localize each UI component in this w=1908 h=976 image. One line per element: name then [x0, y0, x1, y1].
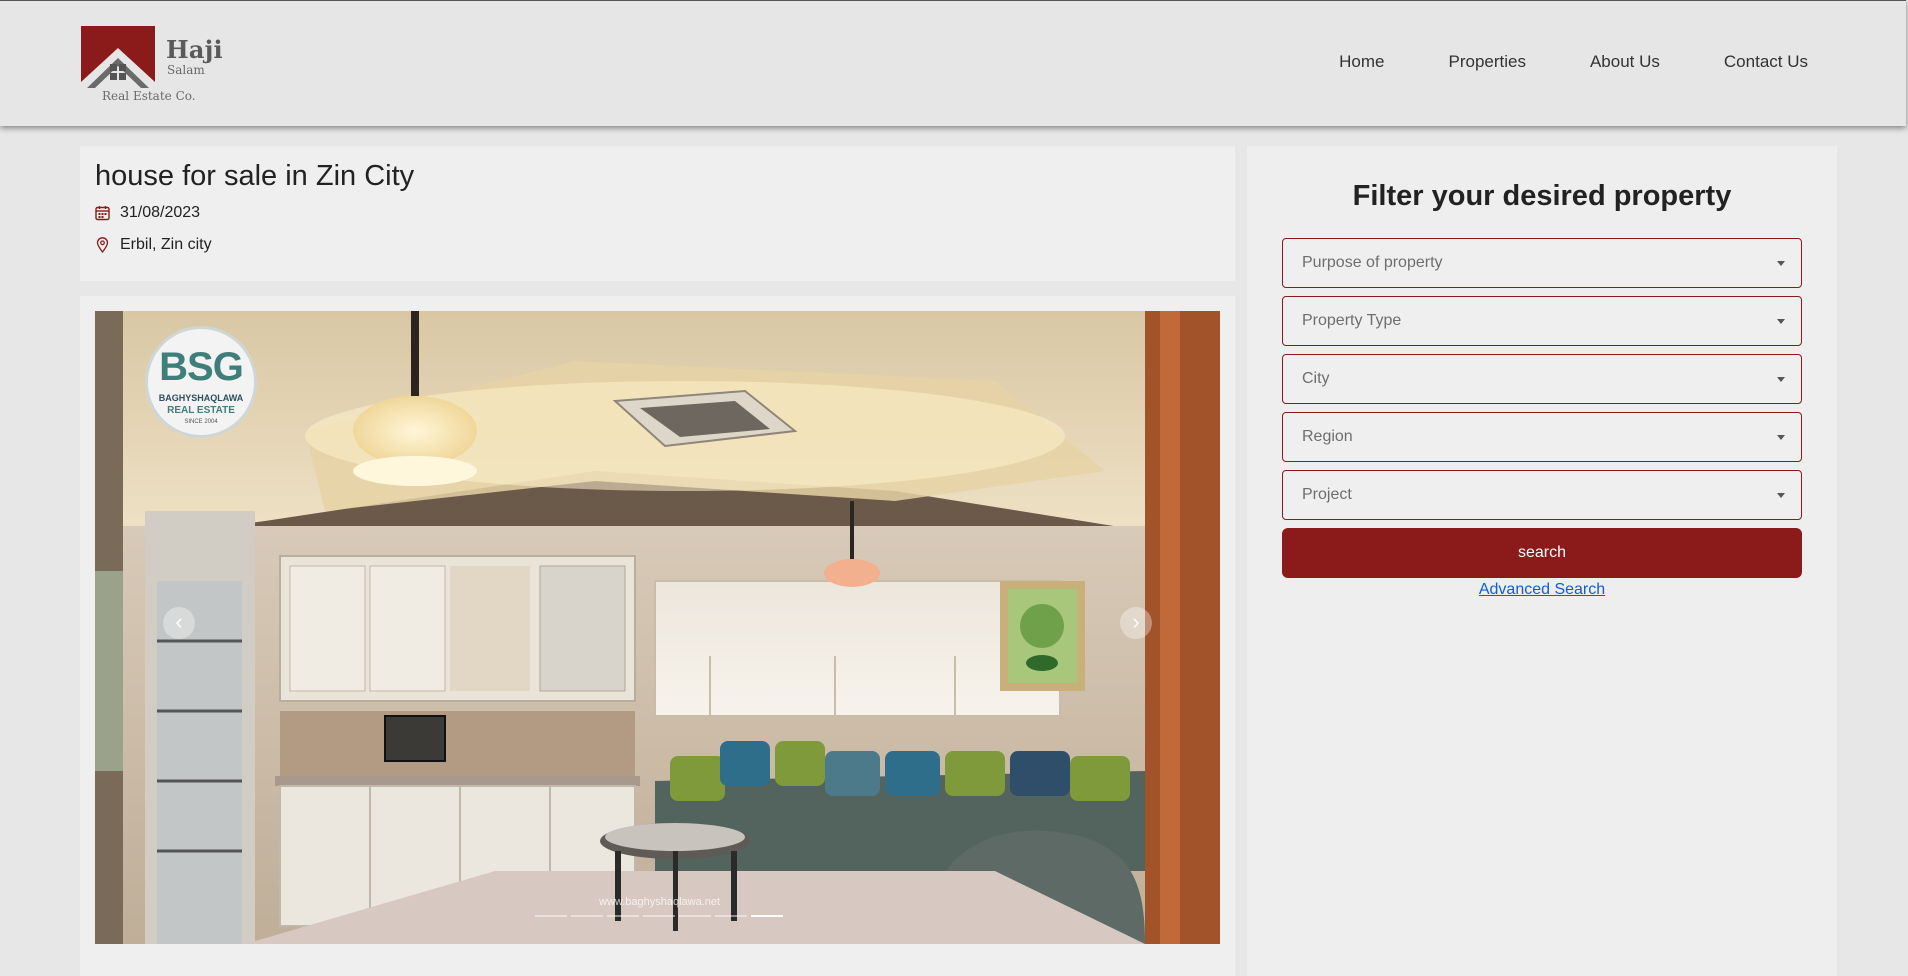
nav-home[interactable]: Home	[1339, 52, 1384, 72]
slider-indicator-dot[interactable]	[607, 915, 639, 917]
slider-indicator-dot[interactable]	[535, 915, 567, 917]
slider-indicator-dot[interactable]	[679, 915, 711, 917]
city-select-placeholder: City	[1302, 370, 1330, 387]
watermark-since: SINCE 2004	[184, 419, 218, 425]
slider-next-button[interactable]: ›	[1120, 607, 1152, 639]
listing-location-row: Erbil, Zin city	[95, 236, 212, 254]
slider-indicator-dot[interactable]	[715, 915, 747, 917]
listing-date-row: 31/08/2023	[95, 204, 200, 222]
brand-logo[interactable]: Haji Salam Real Estate Co.	[80, 25, 223, 105]
image-slider[interactable]: BSG BAGHYSHAQLAWA REAL ESTATE SINCE 2004…	[95, 311, 1220, 944]
region-select-placeholder: Region	[1302, 428, 1353, 445]
purpose-select[interactable]: Purpose of property	[1282, 238, 1802, 288]
filter-title: Filter your desired property	[1352, 180, 1732, 212]
watermark-logo-text: BSG	[159, 345, 244, 389]
project-select[interactable]: Project	[1282, 470, 1802, 520]
property-type-select[interactable]: Property Type	[1282, 296, 1802, 346]
watermark-site: www.baghyshaqlawa.net	[599, 896, 721, 908]
slider-indicators	[535, 915, 783, 917]
nav-properties[interactable]: Properties	[1448, 52, 1525, 72]
nav-about-us[interactable]: About Us	[1590, 52, 1660, 72]
watermark-sub: REAL ESTATE	[167, 405, 235, 416]
listing-location: Erbil, Zin city	[120, 236, 212, 253]
purpose-select-placeholder: Purpose of property	[1302, 254, 1443, 271]
slider-indicator-dot[interactable]	[751, 915, 783, 917]
site-header: Haji Salam Real Estate Co. Home Properti…	[0, 0, 1906, 126]
slider-prev-button[interactable]: ‹	[163, 607, 195, 639]
advanced-search-link[interactable]: Advanced Search	[1247, 581, 1837, 599]
slider-indicator-dot[interactable]	[643, 915, 675, 917]
property-type-select-placeholder: Property Type	[1302, 312, 1402, 329]
brand-name-sub: Salam	[167, 63, 205, 77]
brand-tagline: Real Estate Co.	[102, 89, 196, 103]
region-select[interactable]: Region	[1282, 412, 1802, 462]
watermark-name: BAGHYSHAQLAWA	[158, 393, 244, 403]
caret-down-icon	[1777, 319, 1785, 324]
house-logo-icon	[81, 26, 155, 88]
listing-header-card: house for sale in Zin City 31/08/2023 Er…	[80, 146, 1235, 281]
watermark-logo: BSG BAGHYSHAQLAWA REAL ESTATE SINCE 2004	[145, 326, 257, 438]
listing-title: house for sale in Zin City	[95, 160, 415, 192]
project-select-placeholder: Project	[1302, 486, 1352, 503]
nav-contact-us[interactable]: Contact Us	[1724, 52, 1808, 72]
slider-indicator-dot[interactable]	[571, 915, 603, 917]
calendar-icon	[95, 206, 110, 221]
caret-down-icon	[1777, 377, 1785, 382]
search-button[interactable]: search	[1282, 528, 1802, 578]
chevron-left-icon: ‹	[175, 609, 183, 634]
caret-down-icon	[1777, 435, 1785, 440]
map-pin-icon	[96, 237, 109, 253]
city-select[interactable]: City	[1282, 354, 1802, 404]
main-nav: Home Properties About Us Contact Us	[1339, 52, 1808, 72]
caret-down-icon	[1777, 493, 1785, 498]
gallery-card: BSG BAGHYSHAQLAWA REAL ESTATE SINCE 2004…	[80, 296, 1235, 976]
listing-date: 31/08/2023	[120, 204, 201, 221]
caret-down-icon	[1777, 261, 1785, 266]
filter-panel: Filter your desired property Purpose of …	[1247, 146, 1837, 976]
chevron-right-icon: ›	[1132, 609, 1140, 634]
brand-name: Haji	[166, 35, 223, 64]
living-room-photo	[95, 311, 1220, 944]
